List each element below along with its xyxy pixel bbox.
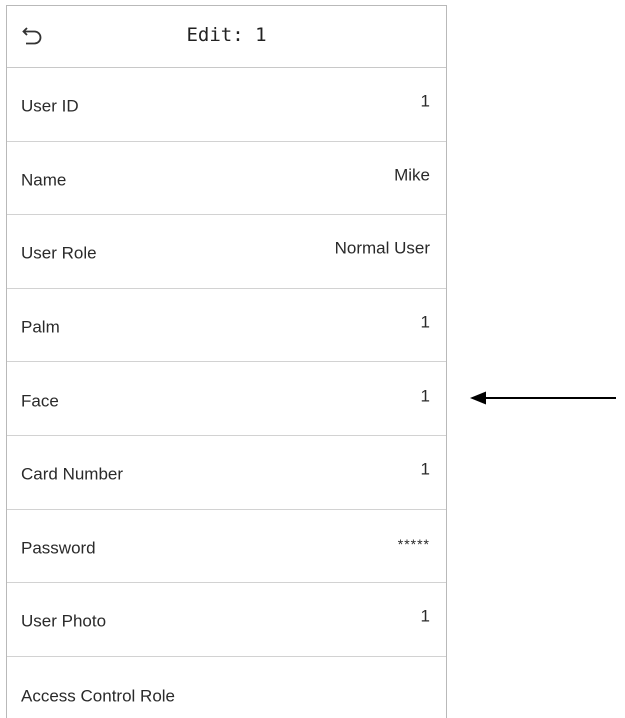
row-user-photo[interactable]: User Photo 1 xyxy=(7,583,446,657)
row-label: Face xyxy=(21,391,59,411)
user-field-list: User ID 1 Name Mike User Role Normal Use… xyxy=(7,68,446,718)
row-password[interactable]: Password ***** xyxy=(7,510,446,584)
row-value: 1 xyxy=(420,459,430,479)
row-palm[interactable]: Palm 1 xyxy=(7,289,446,363)
row-label: Password xyxy=(21,538,96,558)
left-pointing-arrow-icon xyxy=(470,391,616,405)
row-label: Palm xyxy=(21,317,60,337)
row-value: Normal User xyxy=(334,239,430,259)
row-value: 1 xyxy=(420,386,430,406)
header-bar: Edit: 1 xyxy=(7,6,446,68)
row-label: Card Number xyxy=(21,464,124,484)
row-value: 1 xyxy=(420,312,430,332)
row-label: User ID xyxy=(21,96,79,116)
row-card-number[interactable]: Card Number 1 xyxy=(7,436,446,510)
row-name[interactable]: Name Mike xyxy=(7,142,446,216)
row-user-role[interactable]: User Role Normal User xyxy=(7,215,446,289)
row-label: Access Control Role xyxy=(21,685,176,705)
row-value: 1 xyxy=(420,91,430,111)
row-value: ***** xyxy=(397,535,430,552)
row-label: User Photo xyxy=(21,611,107,631)
row-face[interactable]: Face 1 xyxy=(7,362,446,436)
row-value: Mike xyxy=(394,165,430,185)
row-access-control-role[interactable]: Access Control Role xyxy=(7,657,446,718)
page-title: Edit: 1 xyxy=(186,24,267,46)
row-user-id[interactable]: User ID 1 xyxy=(7,68,446,142)
row-label: User Role xyxy=(21,243,97,263)
row-label: Name xyxy=(21,170,67,190)
edit-user-screen: Edit: 1 User ID 1 Name Mike User Role No… xyxy=(6,5,447,718)
row-value: 1 xyxy=(420,607,430,627)
